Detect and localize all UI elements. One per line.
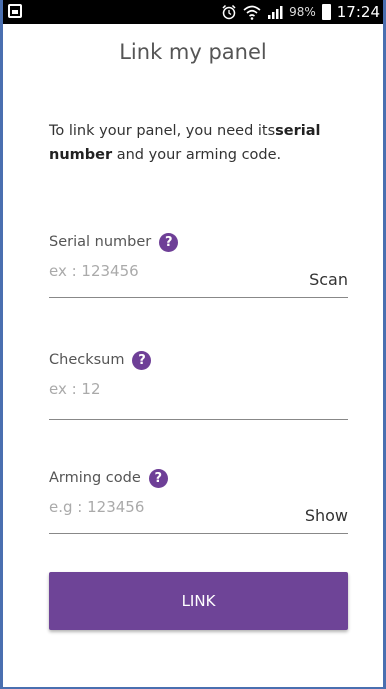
alarm-icon xyxy=(222,4,236,20)
checksum-field: Checksum ? xyxy=(49,350,348,420)
serial-number-label-row: Serial number ? xyxy=(49,232,348,252)
help-icon[interactable]: ? xyxy=(132,350,152,370)
status-bar: 98% 17:24 xyxy=(0,0,386,24)
checksum-input[interactable] xyxy=(49,380,269,398)
arming-code-label: Arming code xyxy=(49,470,141,486)
arming-code-label-row: Arming code ? xyxy=(49,468,348,488)
clock: 17:24 xyxy=(336,3,380,21)
checksum-input-row xyxy=(49,376,348,420)
serial-number-input-row: Scan xyxy=(49,258,348,298)
serial-number-label: Serial number xyxy=(49,234,152,250)
arming-code-field: Arming code ? Show xyxy=(49,468,348,534)
help-icon[interactable]: ? xyxy=(148,468,168,488)
serial-number-input[interactable] xyxy=(49,262,269,280)
scan-button[interactable]: Scan xyxy=(309,270,348,289)
status-indicators: 98% 17:24 xyxy=(221,0,380,24)
battery-icon xyxy=(321,4,331,20)
checksum-label-row: Checksum ? xyxy=(49,350,348,370)
help-icon[interactable]: ? xyxy=(159,232,179,252)
arming-code-input[interactable] xyxy=(49,498,269,516)
page-title: Link my panel xyxy=(119,40,267,64)
intro-text: To link your panel, you need itsserial n… xyxy=(49,119,349,167)
checksum-label: Checksum xyxy=(49,352,125,368)
intro-suffix: and your arming code. xyxy=(112,147,282,163)
serial-number-field: Serial number ? Scan xyxy=(49,232,348,298)
wifi-icon xyxy=(243,5,261,20)
battery-percent: 98% xyxy=(289,5,316,19)
signal-icon xyxy=(268,6,283,19)
show-button[interactable]: Show xyxy=(305,506,348,525)
gallery-icon xyxy=(8,4,22,18)
intro-prefix: To link your panel, you need its xyxy=(49,123,276,139)
arming-code-input-row: Show xyxy=(49,494,348,534)
link-button[interactable]: LINK xyxy=(49,572,348,630)
